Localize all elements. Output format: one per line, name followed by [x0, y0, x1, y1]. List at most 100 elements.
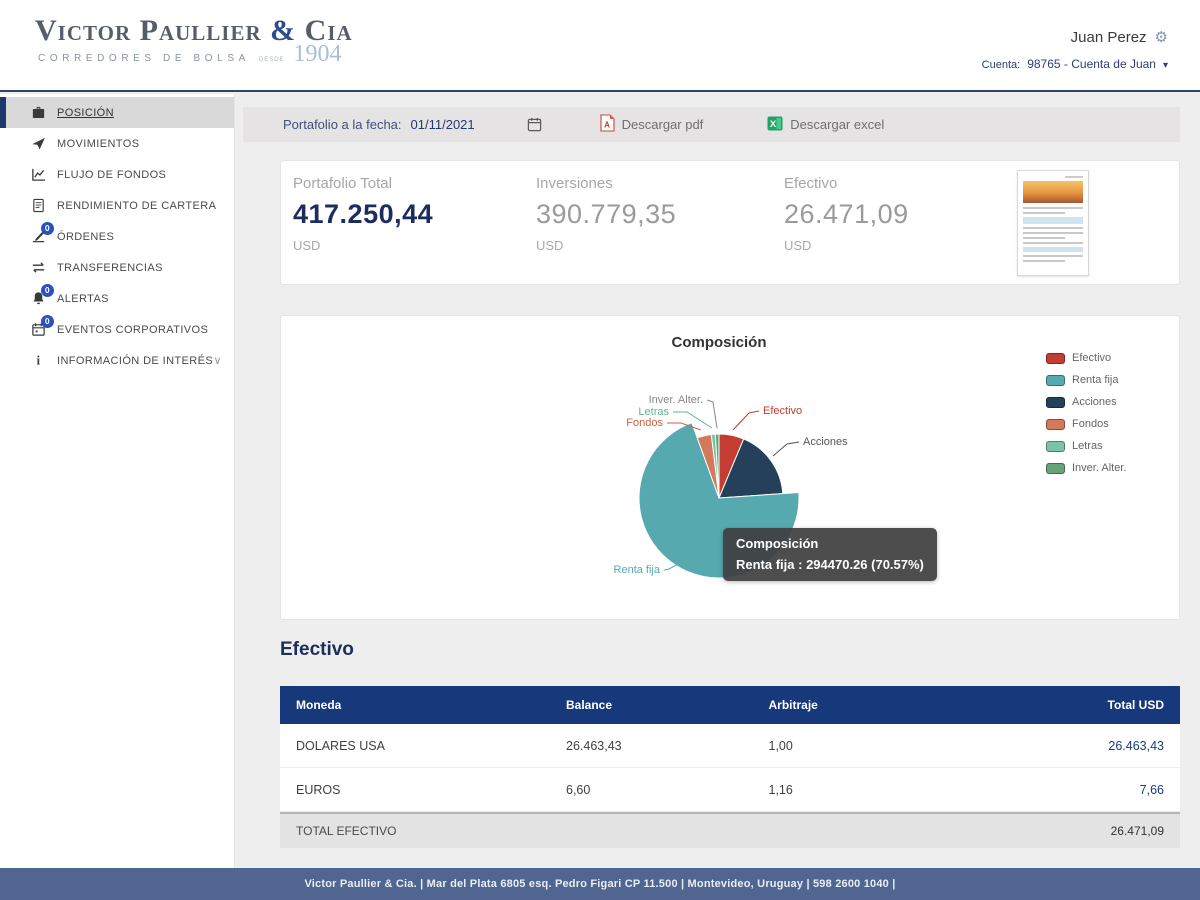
info-icon: i: [30, 353, 46, 369]
account-selector[interactable]: Cuenta: 98765 - Cuenta de Juan ▾: [982, 57, 1168, 71]
efectivo-section-title: Efectivo: [280, 639, 354, 660]
column-header-total-usd: Total USD: [1107, 698, 1164, 712]
portfolio-toolbar: Portafolio a la fecha: 01/11/2021 A Desc…: [243, 107, 1180, 142]
date-label: Portafolio a la fecha:: [283, 117, 402, 132]
sidebar-item-label: FLUJO DE FONDOS: [57, 168, 167, 181]
send-icon: [30, 136, 46, 152]
legend-label: Inver. Alter.: [1072, 462, 1127, 474]
sidebar-item-transferencias[interactable]: TRANSFERENCIAS: [0, 252, 234, 283]
orders-icon: 0: [30, 221, 54, 245]
pie-label-line: [772, 441, 800, 457]
legend-item-inver-alter[interactable]: Inver. Alter.: [1046, 462, 1126, 474]
download-excel-button[interactable]: X Descargar excel: [767, 116, 884, 134]
summary-currency: USD: [536, 238, 564, 253]
table-row-dolares-usa: DOLARES USA 26.463,43 1,00 26.463,43: [280, 724, 1180, 768]
notification-badge: 0: [41, 221, 54, 235]
download-excel-label: Descargar excel: [790, 117, 885, 132]
download-pdf-label: Descargar pdf: [621, 117, 704, 132]
portfolio-summary-card: Portafolio Total 417.250,44 USD Inversiones…: [280, 160, 1180, 285]
sidebar-item-ordenes[interactable]: 0 ÓRDENES: [0, 221, 234, 252]
date-value[interactable]: 01/11/2021: [411, 117, 475, 132]
sidebar-item-label: POSICIÓN: [57, 106, 114, 119]
user-menu[interactable]: Juan Perez ⚙: [1071, 28, 1168, 47]
report-thumbnail[interactable]: [1017, 170, 1089, 276]
pie-slice-label: Acciones: [803, 436, 848, 448]
summary-value: 417.250,44: [293, 199, 434, 229]
sidebar-item-label: INFORMACIÓN DE INTERÉS: [57, 354, 214, 367]
legend-swatch: [1046, 440, 1065, 452]
sidebar-item-label: MOVIMIENTOS: [57, 137, 140, 150]
legend-item-acciones[interactable]: Acciones: [1046, 396, 1126, 408]
chart-icon: [30, 167, 46, 183]
sidebar-item-informacion-de-interes[interactable]: i INFORMACIÓN DE INTERÉS ∨: [0, 345, 234, 376]
legend-swatch: [1046, 374, 1065, 386]
company-logo[interactable]: Victor Paullier & Cia CORREDORES DE BOLS…: [35, 14, 353, 67]
legend-label: Fondos: [1072, 418, 1109, 430]
column-header-arbitraje: Arbitraje: [768, 698, 818, 712]
footer-text: Victor Paullier & Cia. | Mar del Plata 6…: [304, 878, 896, 890]
svg-text:X: X: [770, 119, 777, 130]
sidebar-item-posicion[interactable]: POSICIÓN: [0, 97, 234, 128]
pdf-icon: A: [600, 114, 615, 135]
legend-label: Renta fija: [1072, 374, 1119, 386]
efectivo-table: Moneda Balance Arbitraje Total USD DOLARES …: [280, 686, 1180, 848]
sidebar-item-label: RENDIMIENTO DE CARTERA: [57, 199, 217, 212]
report-icon: [30, 198, 46, 214]
top-header: Victor Paullier & Cia CORREDORES DE BOLS…: [0, 0, 1200, 92]
chevron-down-icon: ∨: [213, 355, 222, 367]
page-footer: Victor Paullier & Cia. | Mar del Plata 6…: [0, 868, 1200, 900]
table-cell: 26.463,43: [566, 738, 622, 753]
calendar-icon: 0: [30, 314, 54, 338]
sidebar-item-alertas[interactable]: 0 ALERTAS: [0, 283, 234, 314]
legend-item-letras[interactable]: Letras: [1046, 440, 1126, 452]
column-header-moneda: Moneda: [296, 698, 342, 712]
sidebar-item-rendimiento-de-cartera[interactable]: RENDIMIENTO DE CARTERA: [0, 190, 234, 221]
report-cover-image: [1023, 181, 1083, 203]
summary-inversiones: Inversiones 390.779,35 USD: [536, 175, 676, 253]
download-pdf-button[interactable]: A Descargar pdf: [600, 114, 704, 135]
sidebar-item-movimientos[interactable]: MOVIMIENTOS: [0, 128, 234, 159]
sidebar-item-flujo-de-fondos[interactable]: FLUJO DE FONDOS: [0, 159, 234, 190]
svg-text:i: i: [36, 354, 40, 368]
summary-value: 26.471,09: [784, 199, 909, 229]
gear-icon[interactable]: ⚙: [1155, 28, 1168, 46]
transfer-icon: [30, 260, 46, 276]
summary-portafolio-total: Portafolio Total 417.250,44 USD: [293, 175, 433, 253]
bell-icon: 0: [30, 283, 54, 307]
table-cell: DOLARES USA: [296, 738, 385, 753]
svg-text:A: A: [604, 121, 610, 130]
pie-slice-label: Renta fija: [614, 564, 661, 576]
chevron-down-icon: ▾: [1162, 60, 1168, 71]
legend-item-fondos[interactable]: Fondos: [1046, 418, 1126, 430]
pie-slice-label: Efectivo: [763, 405, 802, 417]
app-root: Victor Paullier & Cia CORREDORES DE BOLS…: [0, 0, 1200, 900]
notification-badge: 0: [41, 283, 54, 297]
legend-swatch: [1046, 462, 1065, 474]
main-content: Portafolio a la fecha: 01/11/2021 A Desc…: [235, 94, 1200, 868]
legend-label: Acciones: [1072, 396, 1117, 408]
summary-efectivo: Efectivo 26.471,09 USD: [784, 175, 909, 253]
sidebar-item-eventos-corporativos[interactable]: 0 EVENTOS CORPORATIVOS: [0, 314, 234, 345]
table-header-row: Moneda Balance Arbitraje Total USD: [280, 686, 1180, 724]
calendar-icon[interactable]: [527, 117, 542, 132]
sidebar-item-label: TRANSFERENCIAS: [57, 261, 163, 274]
table-cell: 6,60: [566, 782, 591, 797]
legend-swatch: [1046, 352, 1065, 364]
table-total-row: TOTAL EFECTIVO 26.471,09: [280, 812, 1180, 848]
summary-currency: USD: [293, 238, 321, 253]
column-header-balance: Balance: [566, 698, 613, 712]
sidebar-nav: POSICIÓN MOVIMIENTOS FLUJO DE FONDOS RENDIM…: [0, 94, 235, 868]
legend-label: Letras: [1072, 440, 1103, 452]
legend-item-efectivo[interactable]: Efectivo: [1046, 352, 1126, 364]
portfolio-icon: [30, 105, 46, 121]
composition-chart-card: Composición Efectivo Acciones Renta fija Fo…: [280, 315, 1180, 620]
table-cell: 26.463,43: [1108, 738, 1164, 753]
sidebar-item-label: EVENTOS CORPORATIVOS: [57, 323, 209, 336]
table-cell: 1,16: [768, 782, 793, 797]
logo-subtitle: CORREDORES DE BOLSA DESDE 1904: [38, 41, 342, 67]
pie-label-line: [732, 410, 760, 431]
table-cell: 1,00: [768, 738, 793, 753]
legend-item-renta-fija[interactable]: Renta fija: [1046, 374, 1126, 386]
chart-legend: Efectivo Renta fija Acciones Fondos Letras In…: [1046, 352, 1126, 474]
legend-label: Efectivo: [1072, 352, 1112, 364]
